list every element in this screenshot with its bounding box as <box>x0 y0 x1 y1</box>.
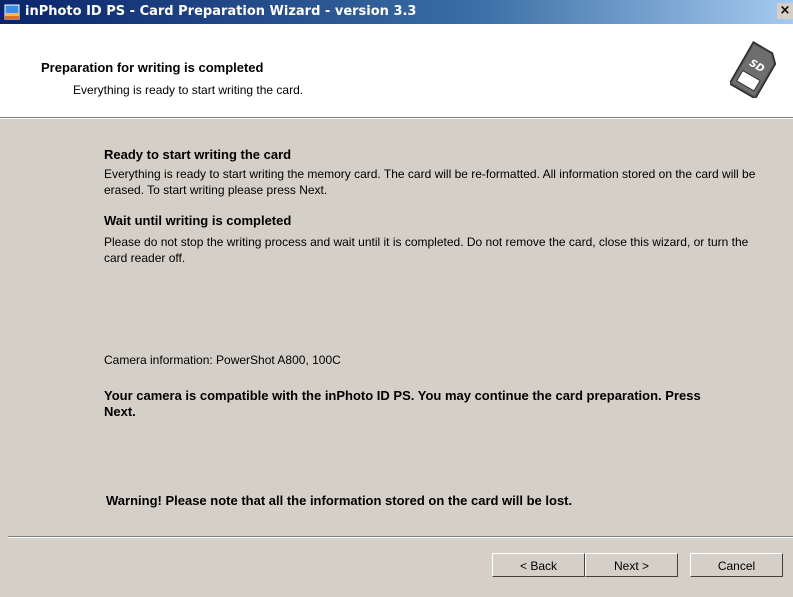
back-button[interactable]: < Back <box>492 553 585 577</box>
section-wait-title: Wait until writing is completed <box>104 213 292 228</box>
title-bar[interactable]: inPhoto ID PS - Card Preparation Wizard … <box>0 0 793 24</box>
next-button[interactable]: Next > <box>585 553 678 577</box>
app-icon <box>4 4 20 20</box>
cancel-button[interactable]: Cancel <box>690 553 783 577</box>
footer-separator <box>8 536 793 538</box>
compatibility-message: Your camera is compatible with the inPho… <box>104 388 701 419</box>
header-subtitle: Everything is ready to start writing the… <box>73 83 304 97</box>
window-title: inPhoto ID PS - Card Preparation Wizard … <box>25 4 417 19</box>
close-button[interactable]: × <box>777 3 793 19</box>
warning-message: Warning! Please note that all the inform… <box>106 493 573 508</box>
section-ready-text: Everything is ready to start writing the… <box>104 167 756 197</box>
camera-information: Camera information: PowerShot A800, 100C <box>104 353 341 367</box>
section-wait-text: Please do not stop the writing process a… <box>104 235 749 265</box>
wizard-header: Preparation for writing is completed Eve… <box>0 24 793 118</box>
sd-card-icon: SD <box>730 41 777 98</box>
header-divider <box>0 118 793 119</box>
header-title: Preparation for writing is completed <box>41 60 264 75</box>
close-icon: × <box>779 3 791 18</box>
section-ready-title: Ready to start writing the card <box>104 147 292 162</box>
